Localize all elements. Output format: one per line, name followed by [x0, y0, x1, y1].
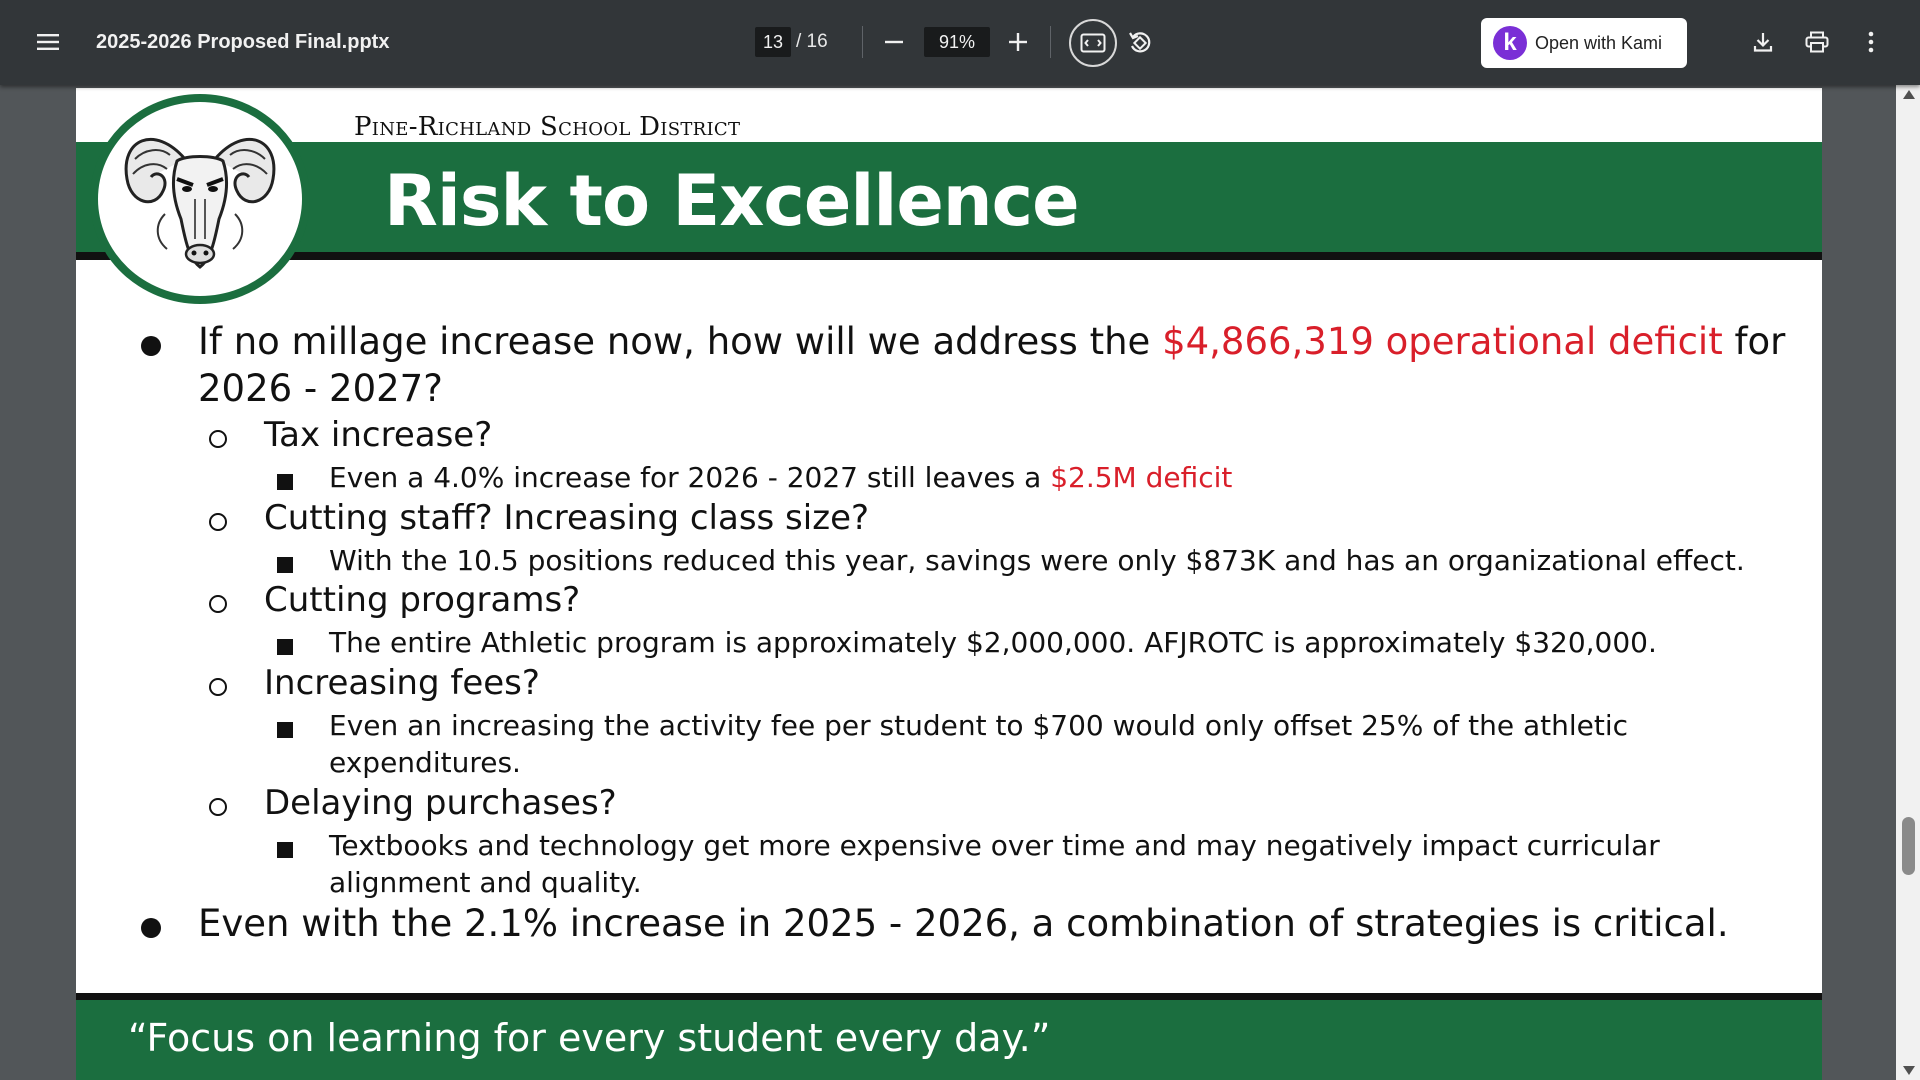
more-vertical-icon [1868, 31, 1874, 53]
plus-icon [1009, 33, 1027, 51]
rotate-icon [1129, 32, 1151, 53]
zoom-in-button[interactable] [998, 22, 1038, 62]
bullet-circle [209, 678, 227, 696]
kami-button-label: Open with Kami [1535, 32, 1663, 53]
more-options-button[interactable] [1851, 22, 1891, 62]
vertical-scrollbar[interactable] [1896, 85, 1920, 1080]
bullet-circle [209, 798, 227, 816]
pdf-toolbar: 2025-2026 Proposed Final.pptx 13 / 16 91… [0, 0, 1920, 85]
strategy-delaying-purchases: Delaying purchases? [264, 783, 617, 823]
print-button[interactable] [1797, 22, 1837, 62]
scrollbar-thumb[interactable] [1902, 817, 1915, 875]
toolbar-divider [862, 26, 863, 58]
strategy-cutting-staff: Cutting staff? Increasing class size? [264, 498, 870, 538]
minus-icon [885, 40, 903, 44]
slide-page: Pine-Richland School District Risk to Ex… [76, 88, 1822, 1080]
bullet-square [277, 474, 293, 490]
strategy-tax-increase: Tax increase? [264, 415, 493, 455]
detail-text: Even a 4.0% increase for 2026 - 2027 sti… [329, 461, 1051, 494]
scroll-up-arrow-icon[interactable] [1903, 90, 1915, 99]
bullet-circle [209, 595, 227, 613]
strategy-detail-programs: The entire Athletic program is approxima… [329, 626, 1657, 659]
zoom-out-button[interactable] [874, 22, 914, 62]
footer-rule [76, 993, 1822, 1000]
deficit-amount: $4,866,319 operational deficit [1162, 320, 1723, 363]
strategy-detail-purchases-line-2: alignment and quality. [329, 866, 642, 899]
scroll-down-arrow-icon[interactable] [1903, 1066, 1915, 1075]
hamburger-menu-icon[interactable] [28, 22, 68, 62]
strategy-detail-fees-line-2: expenditures. [329, 746, 521, 779]
strategy-increasing-fees: Increasing fees? [264, 663, 540, 703]
fit-to-page-icon [1080, 33, 1106, 53]
fit-to-page-button[interactable] [1069, 19, 1117, 67]
question-line-2: 2026 - 2027? [198, 367, 443, 410]
bullet-square [277, 557, 293, 573]
zoom-level-input[interactable]: 91% [924, 27, 990, 57]
strategy-detail-tax: Even a 4.0% increase for 2026 - 2027 sti… [329, 461, 1232, 494]
kami-logo-icon: k [1493, 26, 1527, 60]
question-text: If no millage increase now, how will we … [198, 320, 1163, 363]
question-line-1: If no millage increase now, how will we … [198, 320, 1785, 363]
bullet-dot [141, 336, 161, 356]
footer-motto: “Focus on learning for every student eve… [128, 1016, 1051, 1060]
open-with-kami-button[interactable]: k Open with Kami [1481, 18, 1687, 68]
bullet-square [277, 639, 293, 655]
question-text-end: for [1722, 320, 1786, 363]
page-number-input[interactable]: 13 [755, 27, 791, 57]
bullet-square [277, 722, 293, 738]
bullet-circle [209, 430, 227, 448]
toolbar-divider [1050, 26, 1051, 58]
page-total-label: / 16 [796, 31, 828, 52]
download-button[interactable] [1743, 22, 1783, 62]
conclusion-text: Even with the 2.1% increase in 2025 - 20… [198, 902, 1729, 945]
rotate-button[interactable] [1120, 22, 1160, 62]
document-title: 2025-2026 Proposed Final.pptx [96, 30, 390, 53]
strategy-detail-staff: With the 10.5 positions reduced this yea… [329, 544, 1745, 577]
strategy-cutting-programs: Cutting programs? [264, 580, 581, 620]
bullet-square [277, 842, 293, 858]
deficit-remaining: $2.5M deficit [1050, 461, 1233, 494]
bullet-circle [209, 513, 227, 531]
strategy-detail-purchases-line-1: Textbooks and technology get more expens… [329, 829, 1660, 862]
print-icon [1805, 31, 1829, 53]
download-icon [1753, 33, 1773, 52]
strategy-detail-fees-line-1: Even an increasing the activity fee per … [329, 709, 1629, 742]
bullet-dot [141, 918, 161, 938]
slide-body: If no millage increase now, how will we … [76, 88, 1822, 1080]
